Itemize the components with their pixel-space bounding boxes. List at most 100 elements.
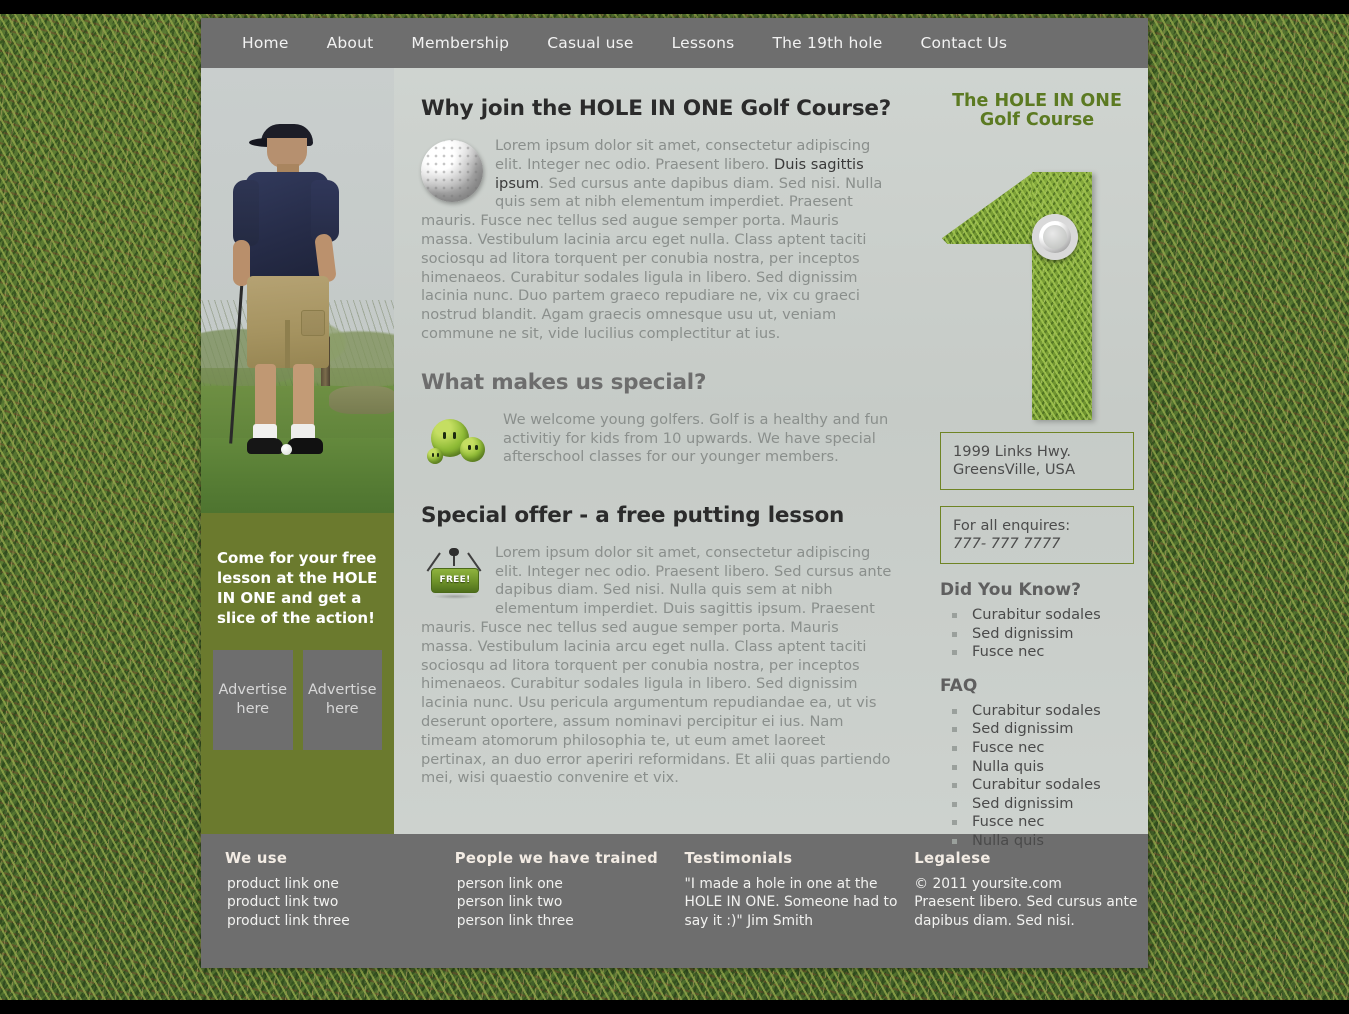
kids-icon-eye	[475, 444, 478, 450]
left-sidebar: Come for your free lesson at the HOLE IN…	[201, 68, 394, 834]
letterbox-bar-top	[0, 0, 1349, 14]
golfer-figure	[229, 124, 345, 484]
brand-title-line-2: Golf Course	[979, 110, 1095, 130]
nav-item-home[interactable]: Home	[223, 18, 308, 68]
list-item[interactable]: Sed dignissim	[940, 625, 1134, 644]
golfer-leg-left	[255, 364, 276, 432]
free-tag-shadow	[433, 593, 477, 599]
footer-list-people-trained: person link one person link two person l…	[455, 875, 685, 930]
kids-icon-eye	[437, 452, 439, 457]
nav-item-contact-us[interactable]: Contact Us	[902, 18, 1027, 68]
footer-column-people-trained: People we have trained person link one p…	[455, 850, 685, 968]
enquiries-label: For all enquires:	[953, 517, 1071, 534]
footer-link[interactable]: person link one	[457, 876, 563, 892]
logo-number-one	[940, 134, 1140, 420]
list-item[interactable]: Nulla quis	[940, 758, 1134, 777]
free-tag-knob	[449, 547, 459, 556]
kids-icon-eye	[443, 431, 446, 439]
ad-slot-1[interactable]: Advertise here	[213, 650, 293, 750]
footer-link[interactable]: person link three	[457, 913, 574, 929]
list-item[interactable]: Fusce nec	[940, 813, 1134, 832]
golfer-leg-right	[293, 364, 314, 432]
right-sidebar: The HOLE IN ONE Golf Course 1999 Links H…	[926, 68, 1148, 849]
section-paragraph-what-special: We welcome young golfers. Golf is a heal…	[503, 410, 889, 466]
content-area: Come for your free lesson at the HOLE IN…	[201, 68, 1148, 849]
list-item[interactable]: Curabitur sodales	[940, 776, 1134, 795]
enquiries-box: For all enquires: 777- 777 7777	[940, 506, 1134, 564]
golf-ball-on-green	[281, 444, 292, 455]
testimonial-quote: "I made a hole in one at the HOLE IN ONE…	[684, 876, 898, 929]
brand-title-line-1: The HOLE IN ONE	[952, 91, 1122, 111]
golfer-cargo-pocket	[301, 310, 325, 336]
golfer-sleeve-left	[233, 180, 259, 246]
letterbox-bar-bottom	[0, 1000, 1349, 1014]
logo-one-flag	[942, 172, 1034, 244]
main-navigation: Home About Membership Casual use Lessons…	[201, 18, 1148, 68]
kids-icon-eye	[453, 431, 456, 439]
section-paragraph-why-join: Lorem ipsum dolor sit amet, consectetur …	[421, 137, 892, 344]
did-you-know-list: Curabitur sodales Sed dignissim Fusce ne…	[940, 606, 1134, 662]
golfer-shorts-split	[285, 320, 290, 368]
kids-icon-eye	[432, 452, 434, 457]
left-sidebar-tagline: Come for your free lesson at the HOLE IN…	[217, 549, 378, 627]
section-heading-why-join: Why join the HOLE IN ONE Golf Course?	[421, 96, 892, 121]
golfer-shoe-left	[247, 438, 283, 454]
free-tag-label: FREE!	[431, 567, 479, 593]
why-join-text-part-2: . Sed cursus ante dapibus diam. Sed nisi…	[421, 174, 883, 342]
footer-link-item[interactable]: product link two	[225, 893, 455, 911]
nav-item-membership[interactable]: Membership	[392, 18, 528, 68]
golfer-photo	[201, 68, 394, 513]
ad-slot-2[interactable]: Advertise here	[302, 650, 382, 750]
nav-item-casual-use[interactable]: Casual use	[528, 18, 652, 68]
footer-heading-testimonials: Testimonials	[684, 850, 793, 867]
list-item[interactable]: Sed dignissim	[940, 720, 1134, 739]
nav-item-19th-hole[interactable]: The 19th hole	[753, 18, 901, 68]
list-item[interactable]: Sed dignissim	[940, 795, 1134, 814]
list-item[interactable]: Fusce nec	[940, 739, 1134, 758]
list-item[interactable]: Fusce nec	[940, 643, 1134, 662]
address-box: 1999 Links Hwy. GreensVille, USA	[940, 432, 1134, 490]
kids-icon-small-character	[427, 447, 443, 464]
did-you-know-heading: Did You Know?	[940, 580, 1081, 600]
page-footer: We use product link one product link two…	[201, 834, 1148, 968]
footer-link[interactable]: product link one	[227, 876, 339, 892]
golfer-sleeve-right	[311, 180, 339, 242]
golfer-shoe-right	[287, 438, 323, 454]
footer-heading-people-trained: People we have trained	[454, 850, 659, 867]
footer-link-item[interactable]: product link three	[225, 912, 455, 930]
list-item[interactable]: Curabitur sodales	[940, 606, 1134, 625]
free-tag-icon: FREE!	[427, 547, 483, 604]
legal-text: Praesent libero. Sed cursus ante dapibus…	[914, 894, 1138, 929]
section-paragraph-special-offer: Lorem ipsum dolor sit amet, consectetur …	[421, 543, 892, 787]
footer-column-legalese: Legalese © 2011 yoursite.com Praesent li…	[914, 850, 1148, 968]
footer-link[interactable]: person link two	[457, 894, 563, 910]
footer-link-item[interactable]: person link one	[455, 875, 685, 893]
logo-one-stem	[1032, 172, 1092, 420]
nav-item-about[interactable]: About	[308, 18, 393, 68]
footer-link-item[interactable]: person link three	[455, 912, 685, 930]
footer-link-item[interactable]: person link two	[455, 893, 685, 911]
advertisement-boxes: Advertise here Advertise here	[201, 644, 394, 750]
logo-one-shape	[940, 134, 1140, 420]
footer-link-item[interactable]: product link one	[225, 875, 455, 893]
list-item[interactable]: Nulla quis	[940, 832, 1134, 851]
brand-title: The HOLE IN ONE Golf Course	[940, 92, 1134, 130]
address-line-1: 1999 Links Hwy.	[953, 443, 1072, 460]
phone-number: 777- 777 7777	[953, 535, 1061, 552]
golf-ball-icon	[421, 140, 483, 202]
faq-heading: FAQ	[940, 675, 978, 696]
section-heading-special-offer: Special offer - a free putting lesson	[421, 502, 845, 528]
footer-link[interactable]: product link three	[227, 913, 350, 929]
footer-column-we-use: We use product link one product link two…	[225, 850, 455, 968]
nav-item-lessons[interactable]: Lessons	[653, 18, 754, 68]
faq-list: Curabitur sodales Sed dignissim Fusce ne…	[940, 702, 1134, 851]
kids-icon	[427, 415, 489, 471]
screenshot-viewport: Home About Membership Casual use Lessons…	[0, 0, 1349, 1014]
list-item[interactable]: Curabitur sodales	[940, 702, 1134, 721]
page-container: Home About Membership Casual use Lessons…	[201, 18, 1148, 968]
address-line-2: GreensVille, USA	[953, 461, 1076, 478]
footer-column-testimonials: Testimonials "I made a hole in one at th…	[685, 850, 915, 968]
footer-link[interactable]: product link two	[227, 894, 338, 910]
footer-list-we-use: product link one product link two produc…	[225, 875, 455, 930]
main-content: Why join the HOLE IN ONE Golf Course? Lo…	[394, 68, 926, 834]
